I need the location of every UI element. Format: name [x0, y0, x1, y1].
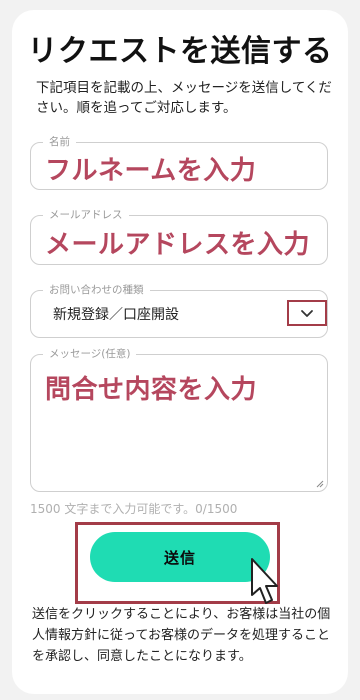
inquiry-type-select[interactable]: お問い合わせの種類 新規登録／口座開設 [30, 282, 328, 338]
name-annotation: フルネームを入力 [45, 156, 257, 186]
inquiry-type-label: お問い合わせの種類 [43, 282, 150, 297]
email-field[interactable]: メールアドレス メールアドレスを入力 [30, 207, 328, 265]
resize-grip-icon[interactable] [316, 480, 324, 488]
chevron-down-icon [301, 309, 313, 317]
select-dropdown-button[interactable] [287, 300, 327, 326]
page-title: リクエストを送信する [27, 34, 333, 69]
hand-pointer-icon [251, 558, 278, 604]
message-annotation: 問合せ内容を入力 [45, 375, 258, 405]
form-description: 下記項目を記載の上、メッセージを送信してください。順を追ってご対応します。 [36, 80, 332, 116]
message-field-label: メッセージ(任意) [43, 346, 137, 361]
email-annotation: メールアドレスを入力 [45, 230, 311, 260]
consent-notice: 送信をクリックすることにより、お客様は当社の個人情報方針に従ってお客様のデータを… [32, 607, 331, 664]
submit-button[interactable]: 送信 [90, 532, 270, 582]
message-textarea[interactable]: メッセージ(任意) 問合せ内容を入力 [30, 346, 328, 492]
email-field-label: メールアドレス [43, 207, 129, 222]
submit-button-label: 送信 [163, 548, 196, 567]
char-counter: 1500 文字まで入力可能です。0/1500 [30, 502, 238, 516]
name-field[interactable]: 名前 フルネームを入力 [30, 134, 328, 190]
name-field-label: 名前 [43, 134, 76, 149]
inquiry-type-value: 新規登録／口座開設 [53, 307, 179, 323]
